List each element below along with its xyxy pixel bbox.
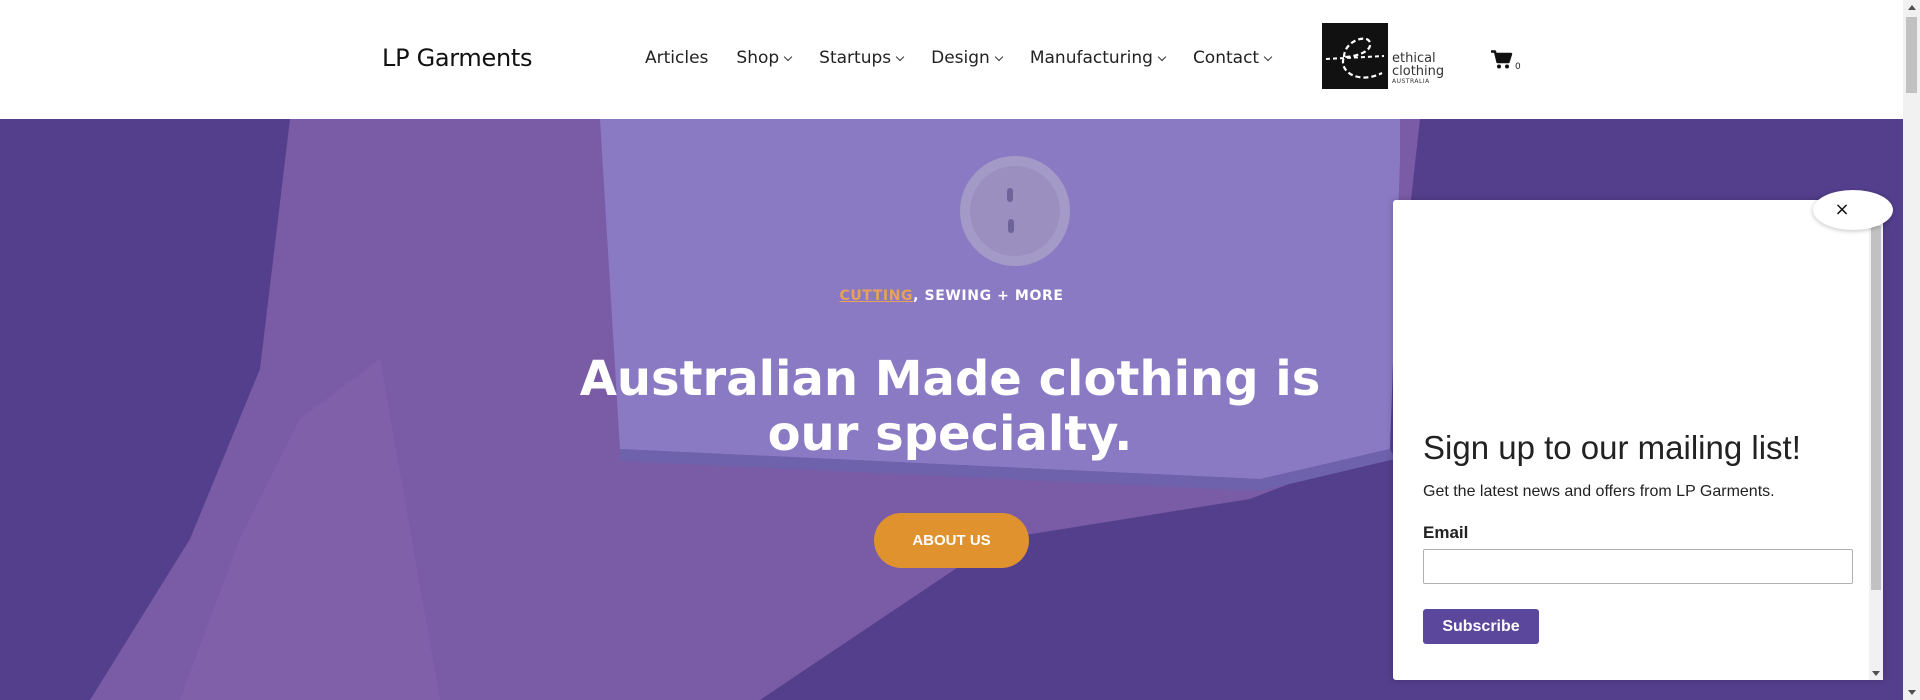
nav-label: Shop [736, 48, 780, 68]
popup-subtitle: Get the latest news and offers from LP G… [1423, 483, 1775, 500]
email-field[interactable] [1423, 549, 1853, 584]
nav-item-startups[interactable]: Startups [819, 48, 905, 68]
nav-label: Startups [819, 48, 892, 68]
main-nav: Articles Shop Startups Design Manufactur… [645, 48, 1299, 68]
category-rest: , SEWING + MORE [913, 288, 1064, 304]
nav-item-manufacturing[interactable]: Manufacturing [1029, 48, 1167, 68]
cart-count: 0 [1515, 62, 1521, 72]
ec-line-2: clothing [1392, 64, 1445, 79]
chevron-down-icon [1157, 52, 1167, 61]
hero-title: Australian Made clothing is our specialt… [579, 351, 1321, 462]
nav-item-contact[interactable]: Contact [1192, 48, 1273, 68]
mailing-list-popup: Sign up to our mailing list! Get the lat… [1393, 200, 1883, 680]
chevron-down-icon [1263, 52, 1273, 61]
scroll-down-arrow-icon[interactable] [1872, 671, 1880, 676]
close-icon: × [1834, 199, 1850, 220]
nav-label: Contact [1192, 48, 1260, 68]
nav-label: Manufacturing [1029, 48, 1153, 68]
chevron-down-icon [994, 52, 1004, 61]
page-scrollbar[interactable] [1903, 0, 1920, 700]
subscribe-button[interactable]: Subscribe [1423, 609, 1539, 644]
ethical-clothing-mark-icon [1322, 23, 1388, 89]
scroll-down-arrow-icon[interactable] [1908, 690, 1916, 695]
shopping-cart-icon [1491, 50, 1513, 69]
ethical-clothing-australia-logo[interactable]: ethical clothing AUSTRALIA [1322, 23, 1448, 89]
popup-scrollbar-thumb[interactable] [1871, 226, 1881, 590]
nav-label: Articles [645, 48, 709, 68]
chevron-down-icon [783, 52, 793, 61]
nav-item-articles[interactable]: Articles [645, 48, 708, 68]
cart-button[interactable]: 0 [1491, 50, 1521, 74]
about-us-button[interactable]: ABOUT US [874, 513, 1029, 568]
ec-line-3: AUSTRALIA [1392, 78, 1430, 85]
popup-scrollbar[interactable] [1869, 200, 1883, 680]
popup-title: Sign up to our mailing list! [1423, 429, 1801, 466]
site-logo-text[interactable]: LP Garments [382, 44, 533, 72]
scroll-up-arrow-icon[interactable] [1908, 5, 1916, 10]
category-link-cutting[interactable]: CUTTING [839, 288, 913, 304]
page-scrollbar-thumb[interactable] [1906, 17, 1917, 93]
nav-item-shop[interactable]: Shop [736, 48, 793, 68]
close-popup-button[interactable]: × [1813, 190, 1893, 230]
nav-label: Design [931, 48, 990, 68]
chevron-down-icon [895, 52, 905, 61]
nav-item-design[interactable]: Design [931, 48, 1004, 68]
email-label: Email [1423, 523, 1469, 542]
site-header: LP Garments Articles Shop Startups Desig… [0, 0, 1903, 119]
ethical-clothing-text: ethical clothing AUSTRALIA [1392, 52, 1444, 86]
